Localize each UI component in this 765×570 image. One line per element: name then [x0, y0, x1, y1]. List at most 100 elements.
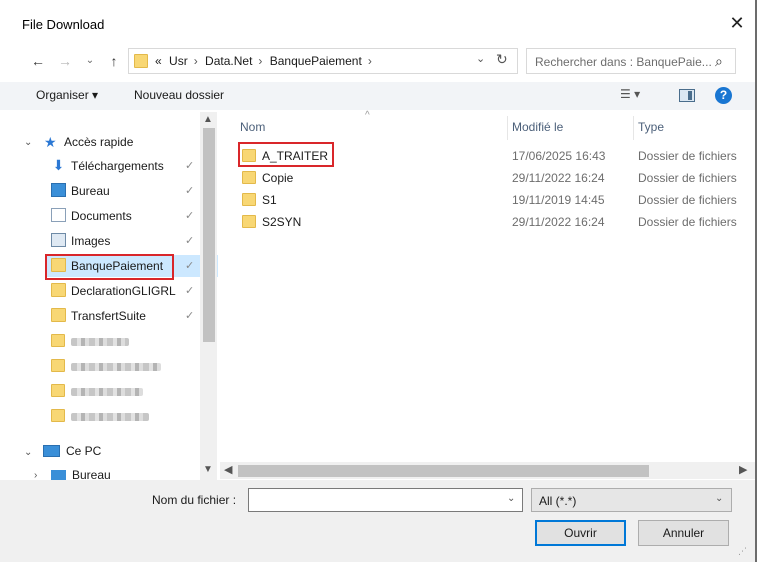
file-list-scrollbar[interactable]: ◀ ▶ — [220, 462, 755, 479]
pin-icon[interactable]: ✓ — [185, 184, 194, 197]
sidebar-item-bureau[interactable]: Bureau ✓ — [45, 180, 218, 202]
file-row[interactable]: S2SYN 29/11/2022 16:24 Dossier de fichie… — [238, 211, 755, 233]
view-options-icon[interactable]: ☰ ▾ — [620, 87, 640, 101]
file-name: Copie — [262, 171, 294, 185]
chevron-down-icon[interactable]: ⌄ — [715, 493, 723, 504]
breadcrumb: « Usr › Data.Net › BanquePaiement › — [155, 54, 376, 68]
back-arrow-icon[interactable]: ← — [28, 48, 48, 74]
scrollbar-thumb[interactable] — [203, 128, 215, 342]
folder-icon — [242, 149, 256, 162]
dialog-footer: Nom du fichier : ⌄ All (*.*) ⌄ Ouvrir An… — [0, 480, 755, 562]
file-modified: 19/11/2019 14:45 — [512, 193, 605, 207]
breadcrumb-separator[interactable]: › — [194, 54, 198, 68]
sidebar-item-label: Documents — [71, 209, 132, 223]
pin-icon[interactable]: ✓ — [185, 234, 194, 247]
file-row[interactable]: S1 19/11/2019 14:45 Dossier de fichiers — [238, 189, 755, 211]
address-history-chevron-icon[interactable]: ⌄ — [476, 52, 485, 65]
breadcrumb-item-usr[interactable]: Usr — [169, 54, 188, 68]
star-icon: ★ — [44, 134, 57, 150]
column-divider[interactable] — [633, 116, 634, 140]
title-bar: File Download ✕ — [0, 0, 755, 38]
refresh-icon[interactable]: ↻ — [496, 51, 508, 68]
cancel-button[interactable]: Annuler — [638, 520, 729, 546]
pin-icon[interactable]: ✓ — [185, 259, 194, 272]
column-header-type[interactable]: Type — [638, 120, 664, 134]
sidebar-item-declarationgligrl[interactable]: DeclarationGLIGRL ✓ — [45, 280, 218, 302]
redacted-folder-name[interactable] — [71, 363, 161, 371]
recent-locations-chevron-icon[interactable]: ⌄ — [80, 48, 100, 74]
pin-icon[interactable]: ✓ — [185, 309, 194, 322]
file-name: A_TRAITER — [262, 149, 329, 163]
sort-ascending-icon: ^ — [365, 110, 370, 121]
breadcrumb-separator[interactable]: › — [258, 54, 262, 68]
redacted-folder-name[interactable] — [71, 388, 143, 396]
sidebar-item-transfertsuite[interactable]: TransfertSuite ✓ — [45, 305, 218, 327]
file-name: S1 — [262, 193, 277, 207]
scroll-down-icon[interactable]: ▼ — [203, 464, 213, 475]
filename-input[interactable] — [249, 489, 497, 511]
organise-menu-button[interactable]: Organiser ▾ — [36, 88, 98, 102]
chevron-down-icon[interactable]: ⌄ — [24, 447, 32, 458]
navigation-pane: ⌄ ★ Accès rapide ⬇ Téléchargements ✓ Bur… — [0, 112, 218, 480]
breadcrumb-item-datanet[interactable]: Data.Net — [205, 54, 252, 68]
chevron-down-icon[interactable]: ⌄ — [24, 137, 32, 148]
redacted-folder-name[interactable] — [71, 413, 149, 421]
file-name: S2SYN — [262, 215, 302, 229]
quick-access-label[interactable]: Accès rapide — [64, 135, 133, 149]
up-arrow-icon[interactable]: ↑ — [104, 48, 124, 74]
address-bar[interactable]: « Usr › Data.Net › BanquePaiement › ⌄ ↻ — [128, 48, 518, 74]
sidebar-item-label: BanquePaiement — [71, 259, 164, 273]
file-type: Dossier de fichiers — [638, 171, 737, 185]
address-row: ← → ⌄ ↑ « Usr › Data.Net › BanquePaiement ›… — [0, 48, 755, 74]
breadcrumb-separator[interactable]: › — [368, 54, 372, 68]
redacted-folder-name[interactable] — [71, 338, 129, 346]
preview-pane-icon[interactable] — [679, 89, 695, 102]
search-icon: ⌕ — [715, 53, 723, 69]
computer-icon — [43, 445, 60, 457]
chevron-right-icon[interactable]: › — [34, 470, 37, 480]
file-row[interactable]: Copie 29/11/2022 16:24 Dossier de fichie… — [238, 167, 755, 189]
file-type-filter[interactable]: All (*.*) ⌄ — [531, 488, 732, 512]
sidebar-item-label: Images — [71, 234, 111, 248]
search-input[interactable]: Rechercher dans : BanquePaie... — [535, 55, 712, 69]
file-modified: 29/11/2022 16:24 — [512, 215, 605, 229]
breadcrumb-item-banquepaiement[interactable]: BanquePaiement — [270, 54, 362, 68]
scrollbar-thumb[interactable] — [238, 465, 649, 477]
breadcrumb-overflow[interactable]: « — [155, 54, 162, 68]
forward-arrow-icon[interactable]: → — [55, 48, 75, 74]
folder-icon — [134, 54, 148, 68]
scroll-left-icon[interactable]: ◀ — [224, 463, 232, 476]
documents-icon — [51, 208, 66, 222]
pin-icon[interactable]: ✓ — [185, 284, 194, 297]
column-header-modified[interactable]: Modifié le — [512, 120, 563, 134]
column-header-name[interactable]: Nom — [240, 120, 265, 134]
scroll-up-icon[interactable]: ▲ — [203, 114, 213, 125]
sidebar-item-banquepaiement[interactable]: BanquePaiement ✓ — [45, 255, 218, 277]
file-type: Dossier de fichiers — [638, 193, 737, 207]
file-type: Dossier de fichiers — [638, 149, 737, 163]
pin-icon[interactable]: ✓ — [185, 159, 194, 172]
folder-icon — [51, 409, 65, 422]
navigation-scrollbar[interactable]: ▲ ▼ — [200, 112, 217, 480]
scroll-right-icon[interactable]: ▶ — [739, 463, 747, 476]
column-divider[interactable] — [507, 116, 508, 140]
this-pc-label[interactable]: Ce PC — [66, 444, 101, 458]
pin-icon[interactable]: ✓ — [185, 209, 194, 222]
sidebar-item-images[interactable]: Images ✓ — [45, 230, 218, 252]
close-icon[interactable]: ✕ — [726, 12, 748, 34]
filename-field[interactable]: ⌄ — [248, 488, 523, 512]
folder-icon — [51, 384, 65, 397]
sidebar-item-label: DeclarationGLIGRL — [71, 284, 176, 298]
search-box[interactable]: Rechercher dans : BanquePaie... ⌕ — [526, 48, 736, 74]
sidebar-item-label: Bureau — [71, 184, 110, 198]
command-toolbar: Organiser ▾ Nouveau dossier ☰ ▾ ? — [0, 82, 755, 110]
help-icon[interactable]: ? — [715, 87, 732, 104]
chevron-down-icon[interactable]: ⌄ — [507, 493, 515, 504]
sidebar-item-pc-bureau[interactable]: Bureau — [72, 468, 111, 480]
new-folder-button[interactable]: Nouveau dossier — [134, 88, 224, 102]
sidebar-item-telechargements[interactable]: ⬇ Téléchargements ✓ — [45, 155, 218, 177]
open-button[interactable]: Ouvrir — [535, 520, 626, 546]
file-row[interactable]: A_TRAITER 17/06/2025 16:43 Dossier de fi… — [238, 145, 755, 167]
sidebar-item-documents[interactable]: Documents ✓ — [45, 205, 218, 227]
resize-grip-icon[interactable]: ⋰ — [738, 546, 747, 557]
